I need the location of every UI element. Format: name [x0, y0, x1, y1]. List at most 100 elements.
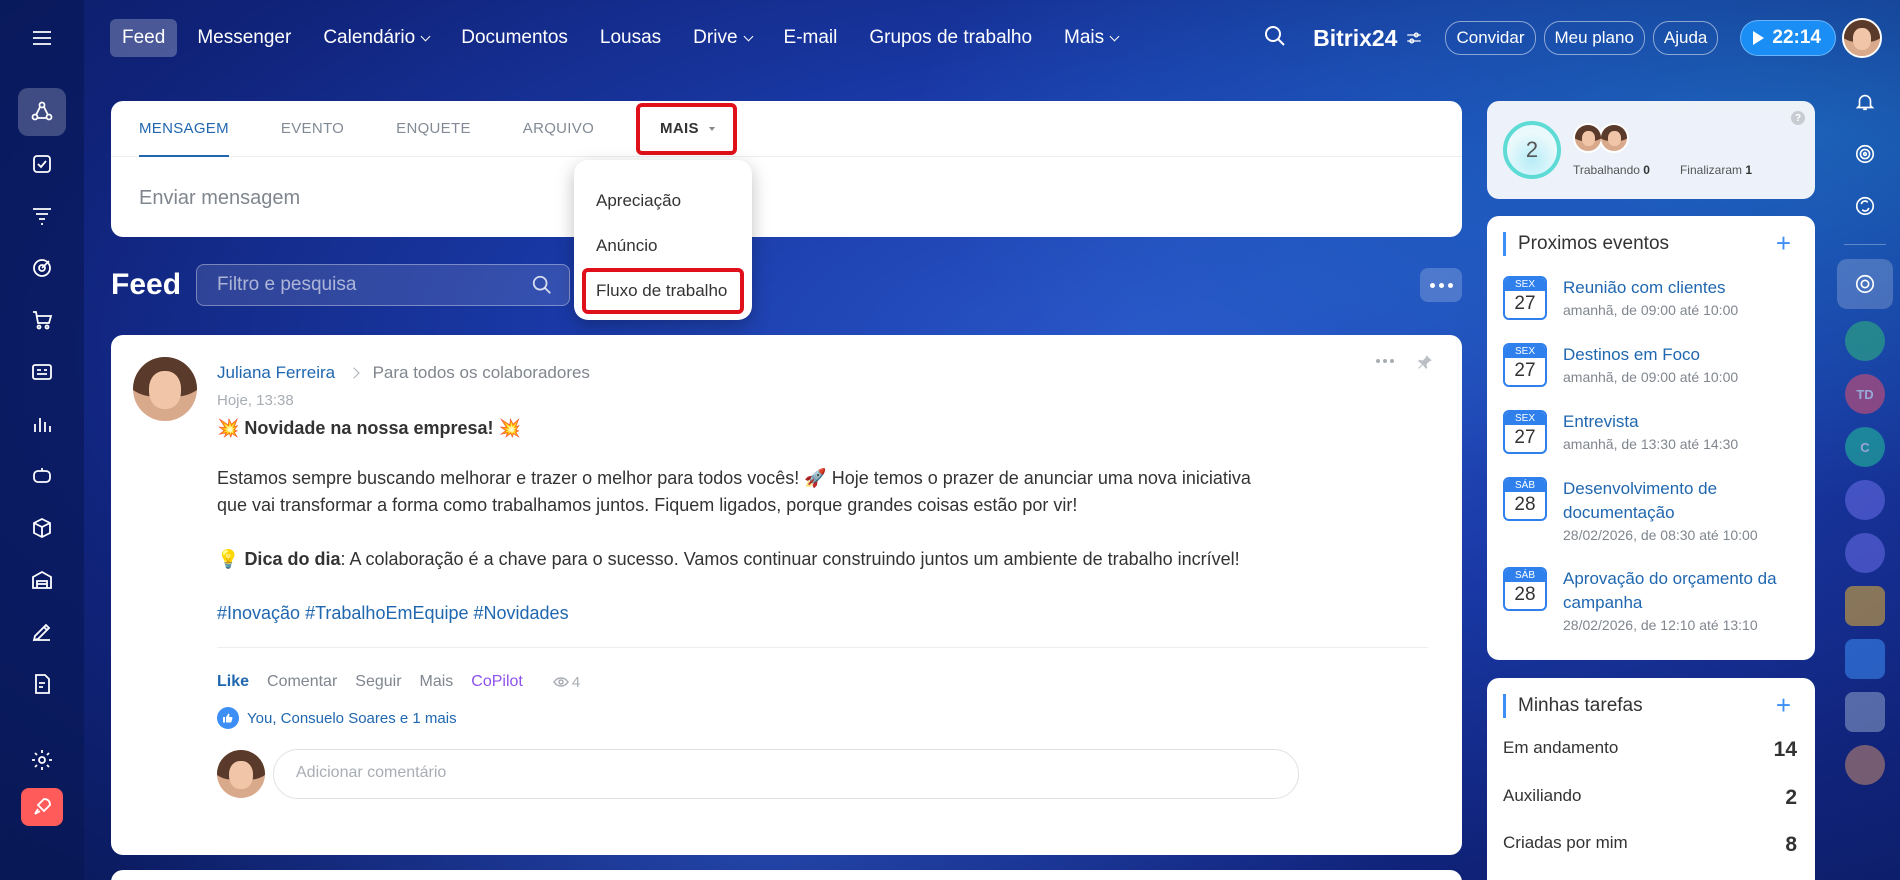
event-day: 27 — [1514, 427, 1536, 448]
follow-button[interactable]: Seguir — [355, 673, 401, 691]
copilot-spiral-icon[interactable] — [1845, 134, 1885, 174]
post-time[interactable]: Hoje, 13:38 — [217, 392, 294, 409]
copilot-button[interactable]: CoPilot — [471, 673, 523, 691]
task-count: 14 — [1773, 738, 1797, 761]
chat-task-icon[interactable] — [1845, 586, 1885, 626]
menu-item-announcement[interactable]: Anúncio — [574, 223, 752, 268]
sidebar-contact-center-icon[interactable] — [18, 348, 66, 396]
chat-task-icon[interactable] — [1845, 692, 1885, 732]
sidebar-inventory-icon[interactable] — [18, 504, 66, 552]
comment-input[interactable]: Adicionar comentário — [273, 749, 1299, 799]
views-counter[interactable]: 4 — [552, 673, 581, 691]
tab-poll[interactable]: ENQUETE — [396, 101, 471, 157]
chat-document-icon[interactable] — [1845, 321, 1885, 361]
sidebar-warehouse-icon[interactable] — [18, 556, 66, 604]
worktime-timer-button[interactable]: 22:14 — [1740, 20, 1836, 56]
sidebar-target-icon[interactable] — [18, 244, 66, 292]
author-link[interactable]: Juliana Ferreira — [217, 363, 335, 382]
nav-item-more[interactable]: Mais — [1052, 19, 1130, 57]
my-plan-button[interactable]: Meu plano — [1543, 21, 1645, 55]
nav-label: Feed — [122, 27, 166, 48]
message-input[interactable]: Enviar mensagem — [111, 157, 1462, 240]
chat-avatar-initials[interactable]: TD — [1845, 374, 1885, 414]
avatar[interactable] — [1599, 123, 1629, 153]
sidebar-collaboration-icon[interactable] — [18, 88, 66, 136]
nav-item-feed[interactable]: Feed — [110, 19, 178, 57]
event-title[interactable]: Reunião com clientes — [1563, 276, 1803, 300]
views-count: 4 — [571, 673, 581, 691]
tab-event[interactable]: EVENTO — [281, 101, 344, 157]
add-event-button[interactable]: + — [1776, 230, 1791, 256]
calendar-icon: SEX 27 — [1503, 410, 1547, 454]
brand-logo[interactable]: Bitrix24 — [1313, 25, 1397, 52]
settings-sliders-icon[interactable] — [1405, 29, 1423, 47]
user-avatar[interactable] — [1842, 18, 1882, 58]
post-menu-button[interactable] — [1376, 359, 1394, 363]
menu-item-workflow[interactable]: Fluxo de trabalho — [582, 268, 744, 314]
pin-icon[interactable] — [1416, 353, 1434, 376]
chat-copilot-active-icon[interactable] — [1837, 259, 1893, 309]
chat-copilot-icon[interactable] — [1845, 533, 1885, 573]
sidebar-rocket-icon[interactable] — [21, 788, 63, 826]
play-icon — [1753, 31, 1765, 45]
avatar[interactable] — [1573, 123, 1603, 153]
search-icon[interactable] — [1263, 24, 1287, 53]
event-title[interactable]: Destinos em Foco — [1563, 343, 1803, 367]
help-button[interactable]: Ajuda — [1652, 21, 1719, 55]
sidebar-tasks-icon[interactable] — [18, 140, 66, 188]
task-row-in-progress[interactable]: Em andamento 14 — [1503, 738, 1797, 762]
tab-file[interactable]: ARQUIVO — [523, 101, 594, 157]
event-title[interactable]: Desenvolvimento de documentação — [1563, 477, 1803, 525]
worktime-counter[interactable]: 2 — [1503, 121, 1561, 179]
post-title: 💥 Novidade na nossa empresa! 💥 — [217, 418, 521, 438]
post-more-button[interactable]: Mais — [420, 673, 454, 691]
sidebar-cart-icon[interactable] — [18, 296, 66, 344]
add-task-button[interactable]: + — [1776, 692, 1791, 718]
sidebar-settings-icon[interactable] — [18, 736, 66, 784]
post-header: Juliana Ferreira Para todos os colaborad… — [217, 363, 590, 383]
sidebar-crm-funnel-icon[interactable] — [18, 192, 66, 240]
task-row-assisting[interactable]: Auxiliando 2 — [1503, 786, 1797, 810]
invite-button[interactable]: Convidar — [1445, 21, 1536, 55]
working-stat: Trabalhando 0 — [1573, 163, 1650, 177]
comment-button[interactable]: Comentar — [267, 673, 337, 691]
likes-summary[interactable]: You, Consuelo Soares e 1 mais — [217, 707, 457, 729]
nav-item-documents[interactable]: Documentos — [449, 19, 580, 57]
chat-avatar-letter[interactable]: C — [1845, 427, 1885, 467]
event-title[interactable]: Entrevista — [1563, 410, 1803, 434]
menu-burger-icon[interactable] — [18, 14, 66, 62]
feed-more-button[interactable] — [1420, 268, 1462, 302]
tab-more[interactable]: MAIS — [636, 102, 737, 155]
nav-item-drive[interactable]: Drive — [681, 19, 763, 57]
sidebar-sign-icon[interactable] — [18, 608, 66, 656]
event-title[interactable]: Aprovação do orçamento da campanha — [1563, 567, 1803, 615]
event-day: 27 — [1514, 360, 1536, 381]
chat-copilot-icon[interactable] — [1845, 480, 1885, 520]
recipients-link[interactable]: Para todos os colaboradores — [373, 363, 590, 382]
menu-item-appreciation[interactable]: Apreciação — [574, 178, 752, 223]
sidebar-documents-icon[interactable] — [18, 660, 66, 708]
nav-item-boards[interactable]: Lousas — [588, 19, 673, 57]
post-hashtags[interactable]: #Inovação #TrabalhoEmEquipe #Novidades — [217, 600, 1277, 627]
task-row-created-by-me[interactable]: Criadas por mim 8 — [1503, 833, 1797, 857]
nav-item-messenger[interactable]: Messenger — [185, 19, 303, 57]
task-count: 2 — [1785, 786, 1797, 809]
chat-user-avatar[interactable] — [1845, 745, 1885, 785]
search-icon[interactable] — [531, 274, 553, 301]
sidebar-copilot-icon[interactable] — [18, 452, 66, 500]
like-button[interactable]: Like — [217, 673, 249, 691]
nav-item-calendar[interactable]: Calendário — [311, 19, 441, 57]
sync-chat-icon[interactable] — [1845, 186, 1885, 226]
sidebar-analytics-icon[interactable] — [18, 400, 66, 448]
left-sidebar — [0, 0, 84, 880]
feed-search-input[interactable]: Filtro e pesquisa — [196, 264, 570, 306]
chat-task-icon[interactable] — [1845, 639, 1885, 679]
help-icon[interactable]: ? — [1791, 111, 1805, 125]
author-avatar[interactable] — [133, 357, 197, 421]
nav-item-workgroups[interactable]: Grupos de trabalho — [857, 19, 1044, 57]
nav-label: Documentos — [461, 27, 568, 48]
notifications-bell-icon[interactable] — [1845, 82, 1885, 122]
chevron-down-icon — [420, 31, 431, 41]
tab-message[interactable]: MENSAGEM — [139, 101, 229, 157]
nav-item-email[interactable]: E-mail — [772, 19, 850, 57]
